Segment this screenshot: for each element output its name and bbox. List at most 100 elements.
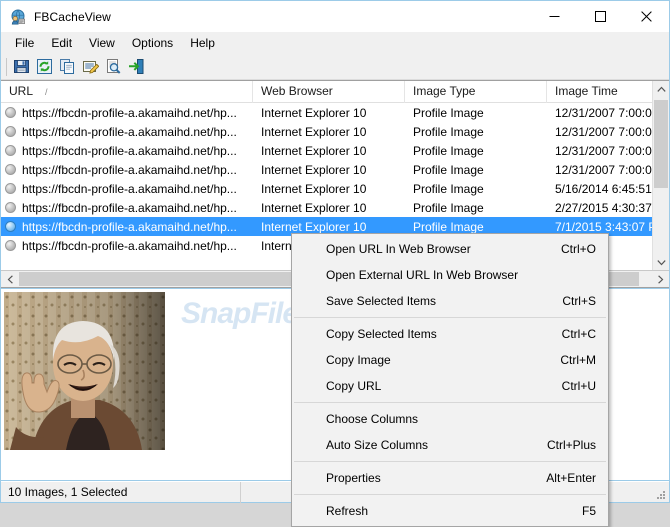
context-menu-accel: Alt+Enter: [546, 471, 596, 485]
vertical-scrollbar-track[interactable]: [653, 188, 670, 254]
context-menu-separator: [294, 317, 606, 318]
context-menu-accel: Ctrl+Plus: [546, 438, 596, 452]
cell-time: 12/31/2007 7:00:0: [555, 105, 652, 120]
cell-time: 7/1/2015 3:43:07 P: [555, 219, 653, 234]
column-header-url[interactable]: URL /: [1, 81, 253, 103]
context-menu-separator: [294, 461, 606, 462]
context-menu-label: Copy Selected Items: [326, 327, 437, 341]
toolbar-separator: [6, 57, 7, 76]
scroll-up-arrow[interactable]: [653, 81, 670, 98]
column-header-image-type[interactable]: Image Type: [405, 81, 547, 103]
context-menu-item-choose-columns[interactable]: Choose Columns: [292, 406, 608, 432]
context-menu-label: Open URL In Web Browser: [326, 242, 471, 256]
cell-type: Profile Image: [413, 162, 484, 177]
context-menu-item-copy-image[interactable]: Copy Image Ctrl+M: [292, 347, 608, 373]
context-menu-item-properties[interactable]: Properties Alt+Enter: [292, 465, 608, 491]
scroll-right-arrow[interactable]: [651, 271, 669, 288]
cell-url-text: https://fbcdn-profile-a.akamaihd.net/hp.…: [22, 105, 237, 120]
cell-type: Profile Image: [413, 124, 484, 139]
image-item-icon: [5, 202, 16, 213]
minimize-button[interactable]: [531, 1, 577, 32]
application-window: FBCacheView File Edit View Options Help: [0, 0, 670, 527]
column-header-image-time[interactable]: Image Time: [547, 81, 653, 103]
context-menu-accel: F5: [581, 504, 596, 518]
toolbar: [1, 54, 669, 80]
cell-browser: Internet Explorer 10: [261, 143, 367, 158]
cell-time: 5/16/2014 6:45:51: [555, 181, 652, 196]
resize-grip-icon[interactable]: [655, 488, 667, 500]
vertical-scrollbar-thumb[interactable]: [654, 100, 668, 188]
context-menu-label: Open External URL In Web Browser: [326, 268, 519, 282]
properties-icon[interactable]: [79, 56, 102, 78]
image-item-icon: [5, 126, 16, 137]
context-menu-item-open-external-url[interactable]: Open External URL In Web Browser: [292, 262, 608, 288]
context-menu-item-auto-size-columns[interactable]: Auto Size Columns Ctrl+Plus: [292, 432, 608, 458]
cell-time: 2/27/2015 4:30:37: [555, 200, 652, 215]
context-menu-label: Properties: [326, 471, 381, 485]
context-menu-item-copy-selected-items[interactable]: Copy Selected Items Ctrl+C: [292, 321, 608, 347]
cell-url: https://fbcdn-profile-a.akamaihd.net/hp.…: [1, 182, 253, 196]
menu-options[interactable]: Options: [124, 34, 182, 53]
image-item-icon: [5, 240, 16, 251]
status-item-count: 10 Images, 1 Selected: [1, 481, 241, 503]
context-menu-item-save-selected-items[interactable]: Save Selected Items Ctrl+S: [292, 288, 608, 314]
cell-url-text: https://fbcdn-profile-a.akamaihd.net/hp.…: [22, 162, 237, 177]
context-menu-separator: [294, 402, 606, 403]
cell-url: https://fbcdn-profile-a.akamaihd.net/hp.…: [1, 125, 253, 139]
refresh-icon[interactable]: [33, 56, 56, 78]
menu-edit[interactable]: Edit: [43, 34, 81, 53]
table-row[interactable]: https://fbcdn-profile-a.akamaihd.net/hp.…: [1, 103, 669, 122]
table-row[interactable]: https://fbcdn-profile-a.akamaihd.net/hp.…: [1, 179, 669, 198]
copy-icon[interactable]: [56, 56, 79, 78]
context-menu-item-open-url[interactable]: Open URL In Web Browser Ctrl+O: [292, 236, 608, 262]
menu-view[interactable]: View: [81, 34, 124, 53]
cell-type: Profile Image: [413, 200, 484, 215]
cell-url-text: https://fbcdn-profile-a.akamaihd.net/hp.…: [22, 181, 237, 196]
context-menu-label: Copy URL: [326, 379, 382, 393]
list-vertical-scrollbar[interactable]: [652, 81, 669, 270]
sort-ascending-indicator: /: [45, 87, 48, 97]
column-header-web-browser[interactable]: Web Browser: [253, 81, 405, 103]
save-icon[interactable]: [10, 56, 33, 78]
cell-url-text: https://fbcdn-profile-a.akamaihd.net/hp.…: [22, 238, 237, 253]
context-menu: Open URL In Web Browser Ctrl+O Open Exte…: [291, 233, 609, 527]
exit-icon[interactable]: [125, 56, 148, 78]
image-item-icon: [5, 164, 16, 175]
cell-url: https://fbcdn-profile-a.akamaihd.net/hp.…: [1, 239, 253, 253]
app-globe-person-icon: [10, 9, 26, 25]
context-menu-item-refresh[interactable]: Refresh F5: [292, 498, 608, 524]
cell-url: https://fbcdn-profile-a.akamaihd.net/hp.…: [1, 201, 253, 215]
cell-type: Profile Image: [413, 143, 484, 158]
context-menu-accel: Ctrl+M: [560, 353, 596, 367]
cell-time: 12/31/2007 7:00:0: [555, 124, 652, 139]
menu-help[interactable]: Help: [182, 34, 224, 53]
cell-browser: Internet Explorer 10: [261, 219, 367, 234]
cell-url: https://fbcdn-profile-a.akamaihd.net/hp.…: [1, 163, 253, 177]
context-menu-accel: Ctrl+U: [561, 379, 596, 393]
cell-browser: Internet Explorer 10: [261, 162, 367, 177]
table-row[interactable]: https://fbcdn-profile-a.akamaihd.net/hp.…: [1, 198, 669, 217]
cell-type: Profile Image: [413, 105, 484, 120]
table-row[interactable]: https://fbcdn-profile-a.akamaihd.net/hp.…: [1, 160, 669, 179]
maximize-button[interactable]: [577, 1, 623, 32]
find-icon[interactable]: [102, 56, 125, 78]
cell-type: Profile Image: [413, 181, 484, 196]
context-menu-accel: Ctrl+O: [560, 242, 596, 256]
context-menu-label: Refresh: [326, 504, 369, 518]
context-menu-label: Auto Size Columns: [326, 438, 429, 452]
cell-url: https://fbcdn-profile-a.akamaihd.net/hp.…: [1, 106, 253, 120]
context-menu-label: Copy Image: [326, 353, 391, 367]
table-row[interactable]: https://fbcdn-profile-a.akamaihd.net/hp.…: [1, 141, 669, 160]
scroll-left-arrow[interactable]: [1, 271, 19, 288]
cell-url-text: https://fbcdn-profile-a.akamaihd.net/hp.…: [22, 219, 237, 234]
context-menu-item-copy-url[interactable]: Copy URL Ctrl+U: [292, 373, 608, 399]
menu-bar: File Edit View Options Help: [1, 32, 669, 54]
scroll-down-arrow[interactable]: [653, 254, 670, 270]
cell-url: https://fbcdn-profile-a.akamaihd.net/hp.…: [1, 220, 253, 234]
cell-time: 12/31/2007 7:00:0: [555, 143, 652, 158]
preview-image: [4, 292, 165, 450]
table-row[interactable]: https://fbcdn-profile-a.akamaihd.net/hp.…: [1, 122, 669, 141]
context-menu-label: Choose Columns: [326, 412, 419, 426]
menu-file[interactable]: File: [7, 34, 43, 53]
close-button[interactable]: [623, 1, 669, 32]
